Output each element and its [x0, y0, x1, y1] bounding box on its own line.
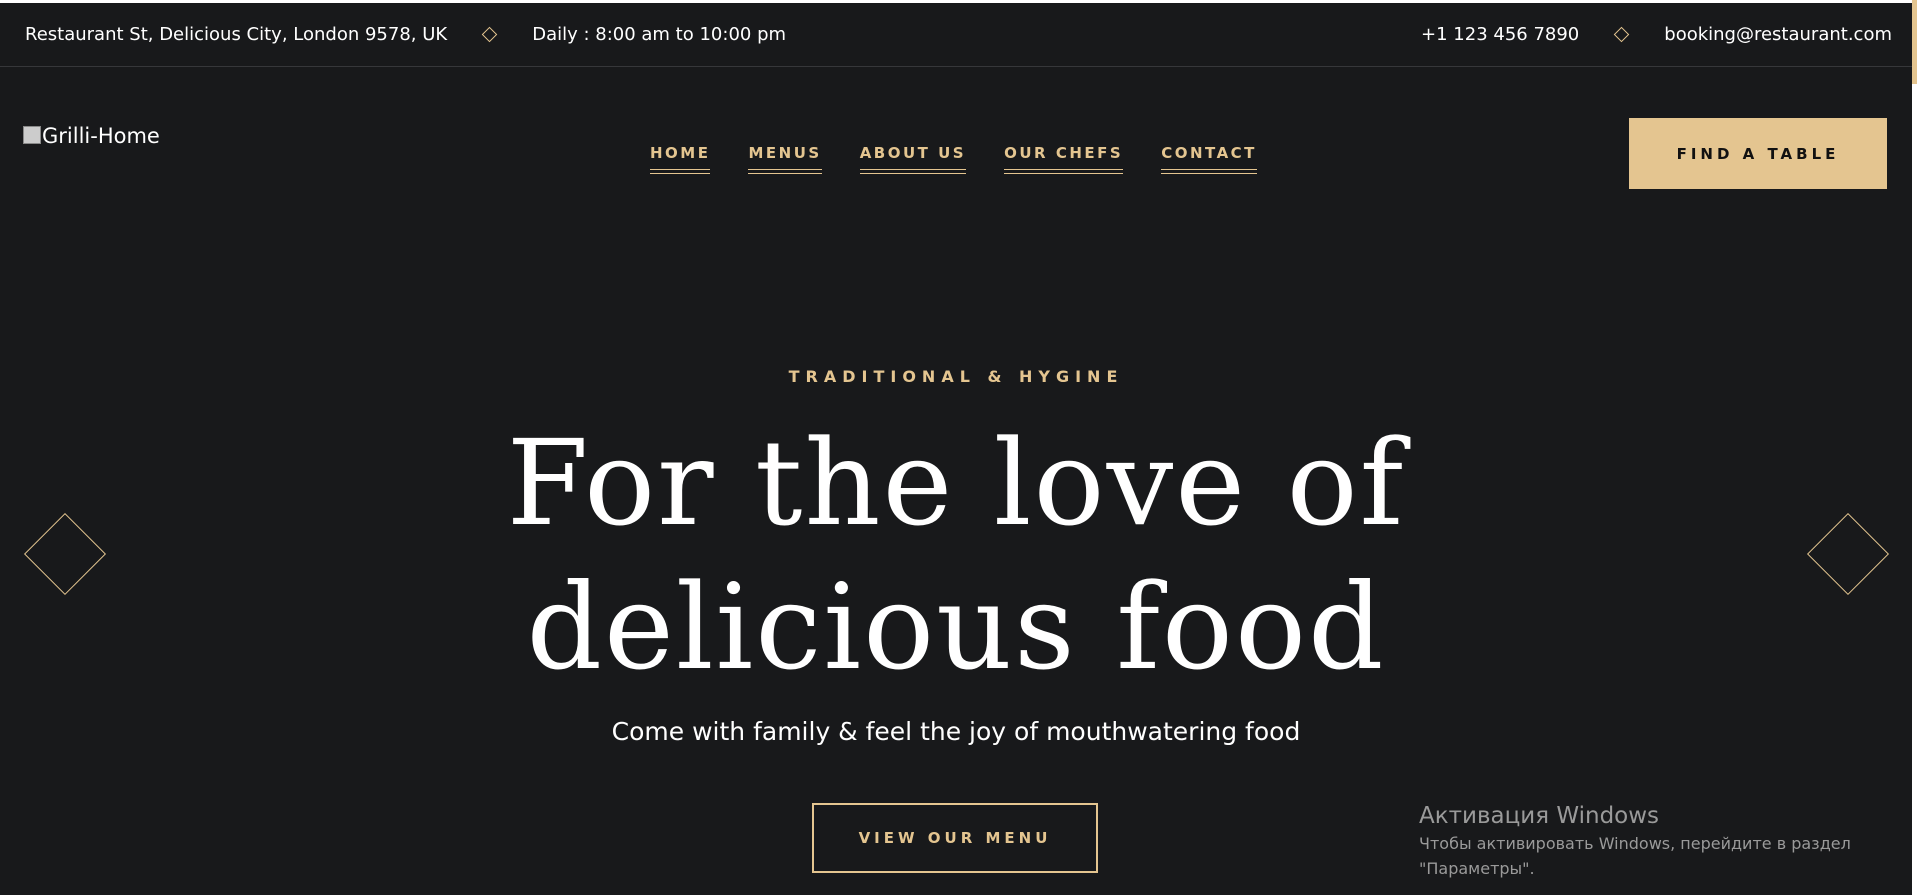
nav-item-our-chefs[interactable]: OUR CHEFS — [1004, 144, 1124, 174]
phone-link[interactable]: +1 123 456 7890 — [1421, 24, 1579, 45]
watermark-line-2: "Параметры". — [1419, 859, 1535, 878]
find-table-button[interactable]: FIND A TABLE — [1629, 118, 1887, 189]
topbar-right: +1 123 456 7890 booking@restaurant.com — [1421, 24, 1912, 45]
hours-text: Daily : 8:00 am to 10:00 pm — [532, 24, 787, 45]
logo[interactable]: Grilli-Home — [23, 124, 160, 148]
hero-headline-line-1: For the love of — [506, 414, 1406, 552]
hero-headline-line-2: delicious food — [526, 558, 1386, 696]
nav-item-menus[interactable]: MENUS — [748, 144, 822, 174]
watermark-line-1: Чтобы активировать Windows, перейдите в … — [1419, 834, 1851, 853]
nav-item-about-us[interactable]: ABOUT US — [859, 144, 967, 174]
hero-subtitle: TRADITIONAL & HYGINE — [788, 367, 1124, 386]
address-text: Restaurant St, Delicious City, London 95… — [25, 24, 448, 45]
scrollbar-thumb[interactable] — [1912, 0, 1917, 84]
nav-item-home[interactable]: HOME — [650, 144, 711, 174]
diamond-icon — [481, 26, 498, 43]
broken-image-icon — [23, 126, 41, 144]
email-link[interactable]: booking@restaurant.com — [1664, 24, 1892, 45]
hero-tagline: Come with family & feel the joy of mouth… — [611, 717, 1301, 746]
page: Restaurant St, Delicious City, London 95… — [0, 3, 1912, 895]
main-nav: HOME MENUS ABOUT US OUR CHEFS CONTACT — [650, 144, 1257, 174]
windows-activation-watermark: Активация Windows Чтобы активировать Win… — [1419, 801, 1859, 881]
watermark-title: Активация Windows — [1419, 803, 1660, 829]
topbar-left: Restaurant St, Delicious City, London 95… — [0, 24, 786, 45]
top-info-bar: Restaurant St, Delicious City, London 95… — [0, 3, 1912, 67]
nav-item-contact[interactable]: CONTACT — [1161, 144, 1257, 174]
diamond-icon — [1613, 26, 1630, 43]
scrollbar[interactable] — [1912, 0, 1917, 895]
logo-alt-text: Grilli-Home — [42, 124, 160, 148]
hero-headline: For the love of delicious food — [0, 411, 1912, 699]
view-menu-button[interactable]: VIEW OUR MENU — [812, 803, 1098, 873]
